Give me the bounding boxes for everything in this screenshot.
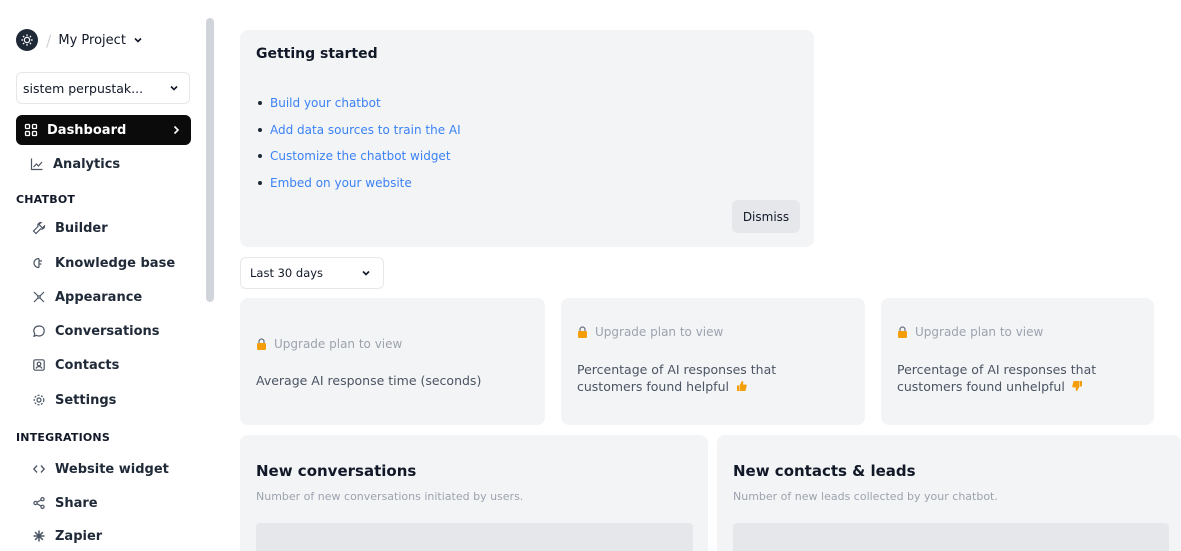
panel-title: New conversations: [256, 462, 417, 480]
upgrade-text: Upgrade plan to view: [274, 337, 403, 351]
gear-icon: [32, 393, 46, 407]
project-name: My Project: [58, 32, 126, 48]
getting-started-link[interactable]: Embed on your website: [258, 170, 461, 197]
thumbs-up-icon: [736, 381, 747, 391]
sidebar-item-analytics[interactable]: Analytics: [16, 149, 191, 179]
sidebar-item-share[interactable]: Share: [16, 488, 191, 518]
lock-icon: [257, 338, 266, 350]
code-icon: [32, 462, 46, 476]
dismiss-button[interactable]: Dismiss: [732, 200, 800, 233]
sidebar-item-settings[interactable]: Settings: [16, 385, 191, 415]
sidebar-item-builder[interactable]: Builder: [16, 213, 191, 243]
panel-subtitle: Number of new leads collected by your ch…: [733, 490, 998, 503]
getting-started-card: Getting started Build your chatbot Add d…: [240, 30, 814, 247]
share-icon: [32, 496, 46, 510]
sidebar-item-label: Builder: [55, 220, 108, 236]
chart-placeholder: [256, 523, 693, 551]
sidebar-item-contacts[interactable]: Contacts: [16, 350, 191, 380]
chart-placeholder: [733, 523, 1169, 551]
sidebar-item-label: Dashboard: [47, 122, 127, 138]
grid-icon: [24, 123, 38, 137]
workspace-select[interactable]: sistem perpustak...: [16, 72, 190, 104]
stat-card-response-time: Upgrade plan to view Average AI response…: [240, 298, 545, 425]
chevron-down-icon: [170, 85, 178, 91]
chevron-down-icon: [134, 37, 142, 43]
stat-label-wrap: Percentage of AI responses that customer…: [897, 361, 1157, 395]
getting-started-link[interactable]: Add data sources to train the AI: [258, 117, 461, 144]
date-range-select[interactable]: Last 30 days: [240, 257, 384, 289]
lock-icon: [898, 326, 907, 338]
palette-icon: [32, 290, 46, 304]
sidebar-item-label: Appearance: [55, 289, 143, 305]
sidebar: / My Project sistem perpustak... Dashboa…: [0, 0, 218, 551]
wrench-icon: [32, 221, 46, 235]
section-heading-integrations: INTEGRATIONS: [16, 431, 110, 444]
sidebar-item-label: Share: [55, 495, 98, 511]
sidebar-item-dashboard[interactable]: Dashboard: [16, 115, 191, 145]
sidebar-scrollbar[interactable]: [206, 18, 214, 302]
getting-started-list: Build your chatbot Add data sources to t…: [258, 90, 461, 196]
upgrade-text: Upgrade plan to view: [595, 325, 724, 339]
sidebar-item-label: Zapier: [55, 528, 103, 544]
upgrade-text: Upgrade plan to view: [915, 325, 1044, 339]
sidebar-item-label: Conversations: [55, 323, 160, 339]
sidebar-item-conversations[interactable]: Conversations: [16, 316, 191, 346]
date-range-value: Last 30 days: [250, 266, 324, 280]
stat-card-unhelpful: Upgrade plan to view Percentage of AI re…: [881, 298, 1154, 425]
brain-icon: [32, 256, 46, 270]
thumbs-down-icon: [1072, 381, 1082, 391]
upgrade-prompt[interactable]: Upgrade plan to view: [577, 325, 723, 339]
stat-label-wrap: Percentage of AI responses that customer…: [577, 361, 837, 395]
stat-card-helpful: Upgrade plan to view Percentage of AI re…: [561, 298, 865, 425]
sidebar-item-label: Contacts: [55, 357, 120, 373]
upgrade-prompt[interactable]: Upgrade plan to view: [897, 325, 1043, 339]
panel-subtitle: Number of new conversations initiated by…: [256, 490, 524, 503]
chevron-down-icon: [362, 270, 370, 276]
sidebar-item-label: Knowledge base: [55, 255, 176, 271]
sidebar-item-label: Settings: [55, 392, 117, 408]
workspace-select-value: sistem perpustak...: [23, 80, 144, 96]
chevron-right-icon: [173, 125, 180, 135]
getting-started-link[interactable]: Build your chatbot: [258, 90, 461, 117]
sidebar-item-zapier[interactable]: Zapier: [16, 521, 191, 551]
stat-label: Percentage of AI responses that customer…: [897, 362, 1097, 394]
section-heading-chatbot: CHATBOT: [16, 193, 76, 206]
contact-card-icon: [32, 358, 46, 372]
getting-started-title: Getting started: [256, 46, 378, 62]
sidebar-item-label: Website widget: [55, 461, 169, 477]
asterisk-icon: [32, 529, 46, 543]
lock-icon: [578, 326, 587, 338]
sidebar-item-website-widget[interactable]: Website widget: [16, 454, 191, 484]
sidebar-item-label: Analytics: [53, 156, 121, 172]
project-logo-icon: [16, 29, 38, 51]
new-conversations-panel: New conversations Number of new conversa…: [240, 435, 708, 551]
sidebar-item-knowledge-base[interactable]: Knowledge base: [16, 248, 191, 278]
breadcrumb-separator: /: [46, 30, 52, 50]
sidebar-item-appearance[interactable]: Appearance: [16, 282, 191, 312]
new-contacts-panel: New contacts & leads Number of new leads…: [717, 435, 1181, 551]
chat-bubble-icon: [32, 324, 46, 338]
panel-title: New contacts & leads: [733, 462, 916, 480]
project-switcher[interactable]: / My Project: [16, 28, 143, 52]
upgrade-prompt[interactable]: Upgrade plan to view: [256, 337, 402, 351]
stat-label: Average AI response time (seconds): [256, 373, 482, 388]
chart-line-icon: [30, 157, 44, 171]
getting-started-link[interactable]: Customize the chatbot widget: [258, 143, 461, 170]
